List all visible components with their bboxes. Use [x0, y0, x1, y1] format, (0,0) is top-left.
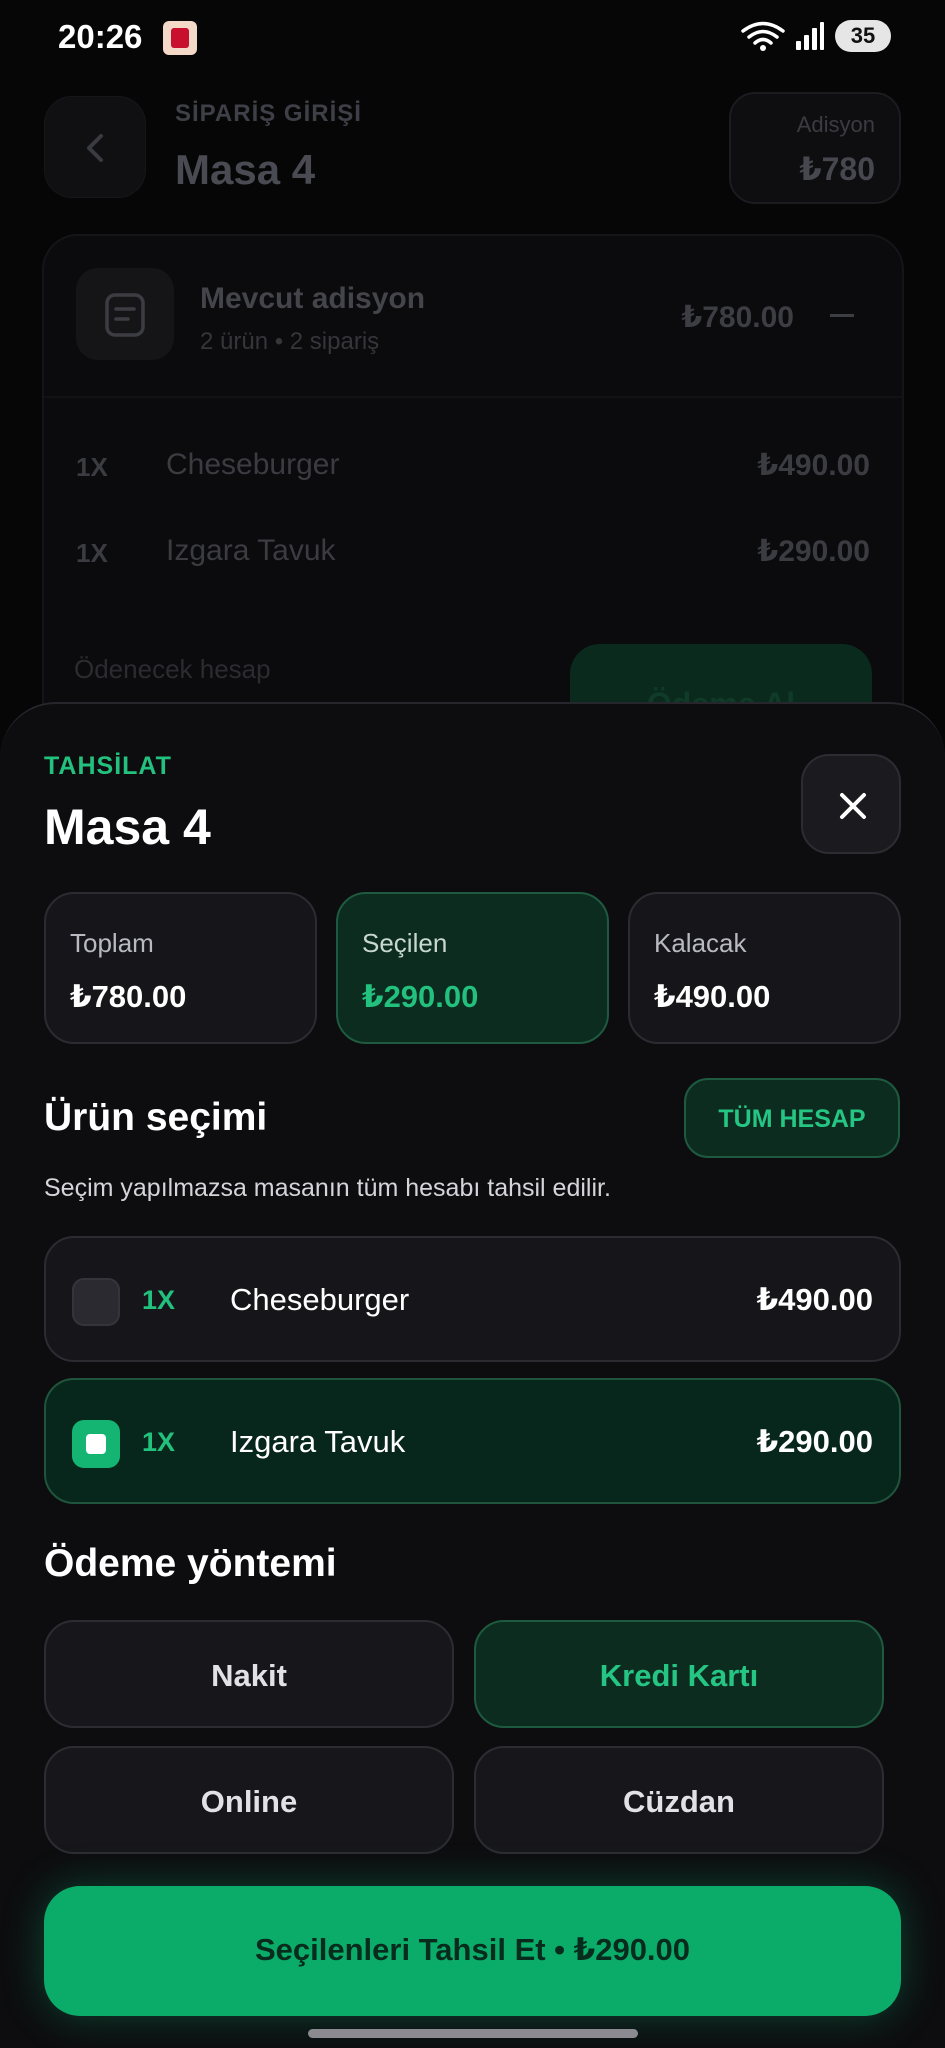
bill-row-name: Cheseburger [166, 448, 340, 481]
page-title: Masa 4 [175, 146, 316, 193]
page-eyebrow: SİPARİŞ GİRİŞİ [175, 100, 362, 127]
payment-cash-button[interactable]: Nakit [44, 1620, 454, 1728]
stat-remaining: Kalacak ₺490.00 [628, 892, 901, 1044]
bill-row-qty: 1X [76, 538, 108, 568]
selection-hint: Seçim yapılmazsa masanın tüm hesabı tahs… [44, 1174, 611, 1202]
item-qty: 1X [142, 1285, 176, 1315]
stat-label: Kalacak [654, 928, 747, 958]
sheet-title: Masa 4 [44, 799, 211, 855]
bill-title: Mevcut adisyon [200, 282, 426, 315]
stat-value: ₺780.00 [70, 979, 187, 1014]
item-name: Izgara Tavuk [230, 1424, 406, 1459]
sheet-eyebrow: TAHSİLAT [44, 752, 172, 780]
collect-selected-button[interactable]: Seçilenleri Tahsil Et • ₺290.00 [44, 1886, 901, 2016]
bill-row-price: ₺290.00 [757, 535, 870, 568]
item-checkbox[interactable] [72, 1420, 120, 1468]
adisyon-value: ₺780 [799, 151, 875, 187]
adisyon-summary: Adisyon ₺780 [729, 92, 901, 204]
collapse-icon [830, 314, 854, 317]
full-bill-button[interactable]: TÜM HESAP [684, 1078, 900, 1158]
stat-value: ₺490.00 [654, 979, 771, 1014]
payment-online-button[interactable]: Online [44, 1746, 454, 1854]
payment-sheet: TAHSİLAT Masa 4 Toplam ₺780.00 Seçilen ₺… [0, 702, 945, 2048]
status-bar: 20:26 35 [0, 0, 945, 76]
app-notification-icon [163, 21, 197, 55]
bill-row: 1X Izgara Tavuk ₺290.00 [76, 534, 870, 574]
product-section-title: Ürün seçimi [44, 1096, 268, 1139]
wifi-icon [741, 21, 785, 51]
bill-row-qty: 1X [76, 452, 108, 482]
status-icons: 35 [741, 20, 891, 52]
current-bill-card: Mevcut adisyon 2 ürün • 2 sipariş ₺780.0… [42, 234, 904, 764]
close-button[interactable] [801, 754, 901, 854]
chevron-left-icon [87, 134, 103, 162]
signal-icon [796, 22, 824, 50]
item-name: Cheseburger [230, 1282, 410, 1317]
adisyon-label: Adisyon [796, 112, 875, 137]
payment-wallet-button[interactable]: Cüzdan [474, 1746, 884, 1854]
bill-total: ₺780.00 [681, 301, 794, 334]
product-item[interactable]: 1X Cheseburger ₺490.00 [44, 1236, 901, 1362]
stat-selected: Seçilen ₺290.00 [336, 892, 609, 1044]
status-time: 20:26 [58, 18, 143, 55]
payment-section-title: Ödeme yöntemi [44, 1542, 337, 1585]
stat-total: Toplam ₺780.00 [44, 892, 317, 1044]
receipt-icon [76, 268, 174, 360]
item-price: ₺290.00 [756, 1424, 873, 1459]
stat-label: Seçilen [362, 928, 448, 958]
bill-row: 1X Cheseburger ₺490.00 [76, 448, 870, 488]
summary-stats: Toplam ₺780.00 Seçilen ₺290.00 Kalacak ₺… [44, 892, 901, 1044]
battery-indicator: 35 [835, 20, 891, 52]
check-icon [86, 1434, 106, 1454]
close-icon [840, 793, 866, 819]
item-checkbox[interactable] [72, 1278, 120, 1326]
product-item[interactable]: 1X Izgara Tavuk ₺290.00 [44, 1378, 901, 1504]
bill-row-name: Izgara Tavuk [166, 534, 336, 567]
stat-value: ₺290.00 [362, 979, 479, 1014]
bill-row-price: ₺490.00 [757, 449, 870, 482]
back-button [44, 96, 146, 198]
divider [44, 396, 902, 398]
stat-label: Toplam [70, 928, 154, 958]
bill-subtitle: 2 ürün • 2 sipariş [200, 328, 380, 355]
payment-credit-card-button[interactable]: Kredi Kartı [474, 1620, 884, 1728]
payable-label: Ödenecek hesap [74, 654, 271, 684]
home-indicator[interactable] [308, 2029, 638, 2038]
item-price: ₺490.00 [756, 1282, 873, 1317]
item-qty: 1X [142, 1427, 176, 1457]
